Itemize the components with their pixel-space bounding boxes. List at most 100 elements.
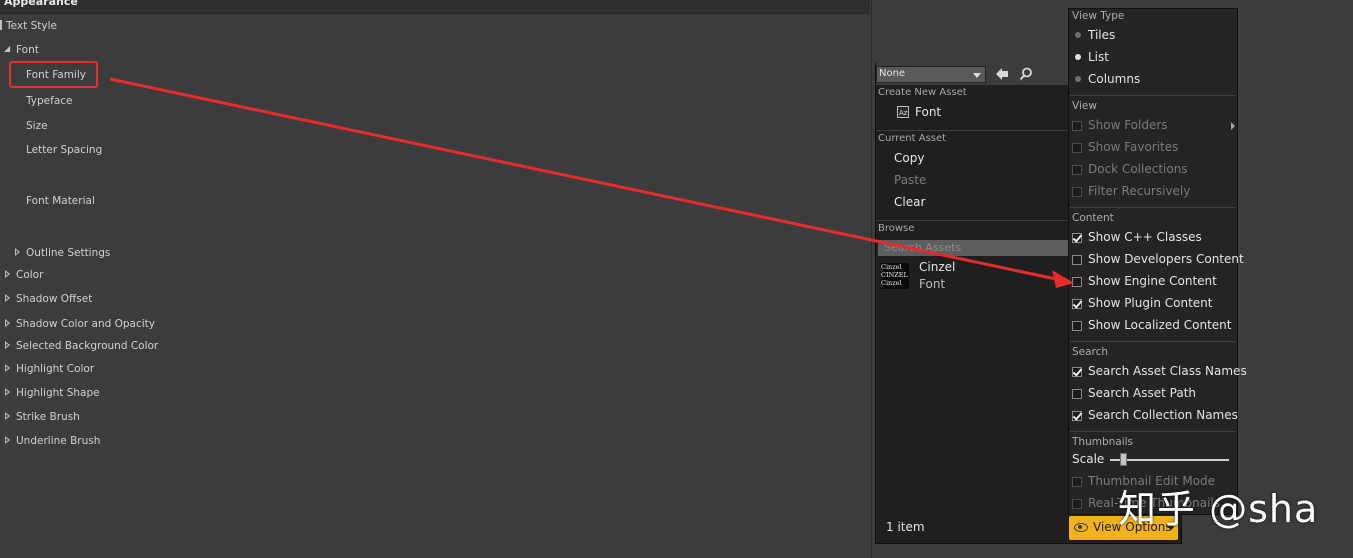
show-localized-checkbox[interactable] bbox=[1072, 321, 1082, 331]
view-title: View bbox=[1072, 100, 1097, 112]
collapsed-triangle-icon[interactable] bbox=[5, 436, 10, 444]
svg-text:Az: Az bbox=[899, 109, 908, 117]
expanded-triangle-icon[interactable]: ◢ bbox=[4, 44, 10, 53]
search-class-option[interactable]: Search Asset Class Names bbox=[1088, 364, 1247, 378]
collapsed-triangle-icon[interactable] bbox=[5, 388, 10, 396]
tiles-radio[interactable] bbox=[1075, 32, 1081, 38]
menu-separator bbox=[876, 220, 1069, 221]
menu-separator bbox=[1070, 431, 1236, 432]
item-count: 1 item bbox=[886, 520, 925, 534]
panel-divider bbox=[871, 0, 872, 558]
columns-radio[interactable] bbox=[1075, 76, 1081, 82]
show-dev-option[interactable]: Show Developers Content bbox=[1088, 252, 1244, 266]
prop-typeface: Typeface bbox=[26, 95, 73, 107]
collapse-marker-icon bbox=[0, 20, 2, 30]
browse-search-icon[interactable] bbox=[1019, 67, 1033, 81]
filter-recursively-checkbox[interactable] bbox=[1072, 187, 1082, 197]
use-selected-arrow-icon[interactable] bbox=[995, 67, 1009, 81]
show-favorites-checkbox[interactable] bbox=[1072, 143, 1082, 153]
collapsed-triangle-icon[interactable] bbox=[5, 341, 10, 349]
prop-highlight-shape: Highlight Shape bbox=[16, 387, 100, 399]
thumbnails-title: Thumbnails bbox=[1072, 436, 1134, 448]
thumb-line: Cinzel bbox=[881, 279, 902, 287]
scale-slider-track[interactable] bbox=[1110, 459, 1229, 461]
columns-option[interactable]: Columns bbox=[1088, 72, 1140, 86]
prop-shadow-offset: Shadow Offset bbox=[16, 293, 93, 305]
search-placeholder: Search Assets bbox=[884, 241, 962, 254]
dock-collections-checkbox[interactable] bbox=[1072, 165, 1082, 175]
combo-value: None bbox=[879, 68, 906, 79]
show-plugin-option[interactable]: Show Plugin Content bbox=[1088, 296, 1212, 310]
list-radio[interactable] bbox=[1075, 54, 1081, 60]
collapsed-triangle-icon[interactable] bbox=[5, 270, 10, 278]
scale-label: Scale bbox=[1072, 452, 1105, 466]
collapsed-triangle-icon[interactable] bbox=[15, 248, 20, 256]
paste-item[interactable]: Paste bbox=[894, 173, 926, 187]
prop-shadow-color: Shadow Color and Opacity bbox=[16, 318, 155, 330]
content-title: Content bbox=[1072, 212, 1114, 224]
filter-recursively-option[interactable]: Filter Recursively bbox=[1088, 184, 1190, 198]
prop-underline-brush: Underline Brush bbox=[16, 435, 101, 447]
prop-color: Color bbox=[16, 269, 44, 281]
prop-selected-bg: Selected Background Color bbox=[16, 340, 159, 352]
tiles-option[interactable]: Tiles bbox=[1088, 28, 1115, 42]
show-plugin-checkbox[interactable] bbox=[1072, 299, 1082, 309]
search-path-option[interactable]: Search Asset Path bbox=[1088, 386, 1196, 400]
chevron-down-icon bbox=[973, 73, 981, 78]
prop-highlight-color: Highlight Color bbox=[16, 363, 95, 375]
search-collection-option[interactable]: Search Collection Names bbox=[1088, 408, 1238, 422]
thumb-line: CINZEL bbox=[881, 271, 908, 279]
collapsed-triangle-icon[interactable] bbox=[5, 319, 10, 327]
dock-collections-option[interactable]: Dock Collections bbox=[1088, 162, 1188, 176]
show-cpp-checkbox[interactable] bbox=[1072, 233, 1082, 243]
prop-font-family: Font Family bbox=[26, 69, 86, 81]
view-type-title: View Type bbox=[1072, 10, 1125, 22]
prop-text-style: Text Style bbox=[6, 20, 57, 32]
show-folders-option[interactable]: Show Folders bbox=[1088, 118, 1168, 132]
section-header-appearance[interactable]: Appearance bbox=[0, 0, 870, 14]
current-asset-title: Current Asset bbox=[878, 133, 947, 144]
collapsed-triangle-icon[interactable] bbox=[5, 412, 10, 420]
prop-strike-brush: Strike Brush bbox=[16, 411, 80, 423]
menu-separator bbox=[876, 130, 1069, 131]
show-engine-option[interactable]: Show Engine Content bbox=[1088, 274, 1217, 288]
show-dev-checkbox[interactable] bbox=[1072, 255, 1082, 265]
asset-type: Font bbox=[919, 277, 946, 291]
menu-separator bbox=[1070, 207, 1236, 208]
menu-separator bbox=[1070, 341, 1236, 342]
search-title: Search bbox=[1072, 346, 1109, 358]
create-font-item[interactable]: Font bbox=[915, 105, 941, 119]
prop-outline-settings: Outline Settings bbox=[26, 247, 111, 259]
thumb-edit-checkbox[interactable] bbox=[1072, 477, 1082, 487]
copy-item[interactable]: Copy bbox=[894, 151, 924, 165]
search-path-checkbox[interactable] bbox=[1072, 389, 1082, 399]
show-folders-checkbox[interactable] bbox=[1072, 121, 1082, 131]
asset-search-input[interactable]: Search Assets bbox=[878, 240, 1070, 256]
eye-icon bbox=[1074, 523, 1088, 532]
font-asset-icon: Az bbox=[897, 106, 909, 118]
collapsed-triangle-icon[interactable] bbox=[5, 294, 10, 302]
prop-font: Font bbox=[16, 44, 39, 56]
browse-title: Browse bbox=[878, 223, 915, 234]
realtime-thumbs-checkbox[interactable] bbox=[1072, 499, 1082, 509]
asset-name[interactable]: Cinzel bbox=[919, 260, 955, 274]
create-new-asset-title: Create New Asset bbox=[878, 87, 967, 98]
watermark: 知乎 @sha bbox=[1118, 487, 1319, 531]
show-localized-option[interactable]: Show Localized Content bbox=[1088, 318, 1231, 332]
section-title: Appearance bbox=[4, 0, 78, 8]
search-class-checkbox[interactable] bbox=[1072, 367, 1082, 377]
show-engine-checkbox[interactable] bbox=[1072, 277, 1082, 287]
prop-size: Size bbox=[26, 120, 48, 132]
asset-combo-box[interactable]: None bbox=[876, 66, 986, 83]
cinzel-thumbnail: Cinzel CINZEL Cinzel bbox=[881, 263, 909, 289]
collapsed-triangle-icon[interactable] bbox=[5, 364, 10, 372]
thumb-line: Cinzel bbox=[881, 263, 902, 271]
menu-separator bbox=[1070, 95, 1236, 96]
show-favorites-option[interactable]: Show Favorites bbox=[1088, 140, 1178, 154]
prop-font-material: Font Material bbox=[26, 195, 95, 207]
clear-item[interactable]: Clear bbox=[894, 195, 925, 209]
show-cpp-option[interactable]: Show C++ Classes bbox=[1088, 230, 1202, 244]
scale-slider-thumb[interactable] bbox=[1120, 453, 1128, 466]
list-option[interactable]: List bbox=[1088, 50, 1109, 64]
search-collection-checkbox[interactable] bbox=[1072, 411, 1082, 421]
